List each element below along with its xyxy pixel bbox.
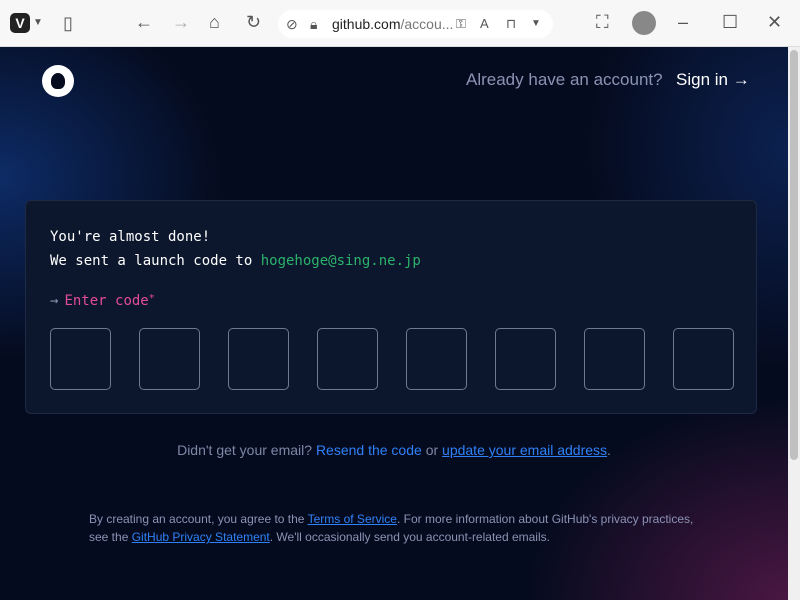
translate-icon[interactable]: A <box>480 14 489 34</box>
close-icon[interactable]: ✕ <box>767 12 782 32</box>
update-email-link[interactable]: update your email address <box>442 442 607 458</box>
tracker-shield-icon[interactable]: ⊘ <box>286 14 298 34</box>
bookmark-icon[interactable]: ⊓ <box>506 14 516 34</box>
vivaldi-menu-icon[interactable]: V <box>10 13 30 33</box>
code-inputs <box>50 328 734 390</box>
scrollbar-thumb[interactable] <box>790 50 798 460</box>
sent-code-text: We sent a launch code to hogehoge@sing.n… <box>50 253 421 269</box>
lock-icon[interactable]: 🔒︎ <box>310 14 317 34</box>
already-have-account-text: Already have an account? <box>466 70 663 89</box>
home-icon[interactable]: ⌂ <box>209 12 220 32</box>
arrow-icon: → <box>50 293 59 309</box>
code-digit-3[interactable] <box>228 328 289 390</box>
back-icon[interactable]: ← <box>135 12 153 32</box>
resend-prefix: Didn't get your email? <box>177 442 313 458</box>
almost-done-heading: You're almost done! <box>50 229 211 245</box>
resend-text: Didn't get your email? Resend the code o… <box>0 442 788 458</box>
enter-code-label: → Enter code* <box>50 293 155 309</box>
url-path: /accou... <box>400 16 454 32</box>
resend-code-link[interactable]: Resend the code <box>316 442 422 458</box>
code-digit-2[interactable] <box>139 328 200 390</box>
sign-in-link[interactable]: Sign in → <box>676 70 750 90</box>
page-content: Already have an account? Sign in → You'r… <box>0 47 788 600</box>
browser-toolbar: V ▼ ▯ ← → ⌂ ↻ ⊘ 🔒︎ github.com/accou... ⚿… <box>0 0 800 47</box>
required-marker: * <box>148 293 155 304</box>
github-logo-icon[interactable] <box>42 65 74 97</box>
terms-of-service-link[interactable]: Terms of Service <box>308 512 397 526</box>
sent-code-prefix: We sent a launch code to <box>50 253 261 269</box>
code-digit-1[interactable] <box>50 328 111 390</box>
legal-part-1: By creating an account, you agree to the <box>89 512 308 526</box>
forward-icon[interactable]: → <box>172 12 190 32</box>
maximize-icon[interactable]: ☐ <box>722 12 738 32</box>
menu-dropdown-icon[interactable]: ▼ <box>33 13 43 33</box>
key-icon[interactable]: ⚿ <box>456 14 466 34</box>
resend-or: or <box>425 442 439 458</box>
code-digit-5[interactable] <box>406 328 467 390</box>
panel-toggle-icon[interactable]: ▯ <box>63 13 73 33</box>
url-host: github.com <box>332 16 401 32</box>
profile-avatar[interactable] <box>632 11 656 35</box>
address-bar[interactable]: ⊘ 🔒︎ github.com/accou... ⚿ A ⊓ ▼ <box>278 10 553 38</box>
code-digit-8[interactable] <box>673 328 734 390</box>
resend-suffix: . <box>607 442 611 458</box>
code-digit-6[interactable] <box>495 328 556 390</box>
legal-text: By creating an account, you agree to the… <box>89 510 709 546</box>
code-digit-4[interactable] <box>317 328 378 390</box>
dropdown-icon[interactable]: ▼ <box>531 14 541 34</box>
privacy-statement-link[interactable]: GitHub Privacy Statement <box>132 530 270 544</box>
reload-icon[interactable]: ↻ <box>246 12 261 32</box>
capture-icon[interactable]: ⛶ <box>596 12 609 32</box>
email-address: hogehoge@sing.ne.jp <box>260 253 421 269</box>
verification-card: You're almost done! We sent a launch cod… <box>25 200 757 414</box>
minimize-icon[interactable]: – <box>678 12 688 32</box>
code-digit-7[interactable] <box>584 328 645 390</box>
legal-part-3: . We'll occasionally send you account-re… <box>269 530 550 544</box>
enter-code-text: Enter code <box>64 293 149 309</box>
